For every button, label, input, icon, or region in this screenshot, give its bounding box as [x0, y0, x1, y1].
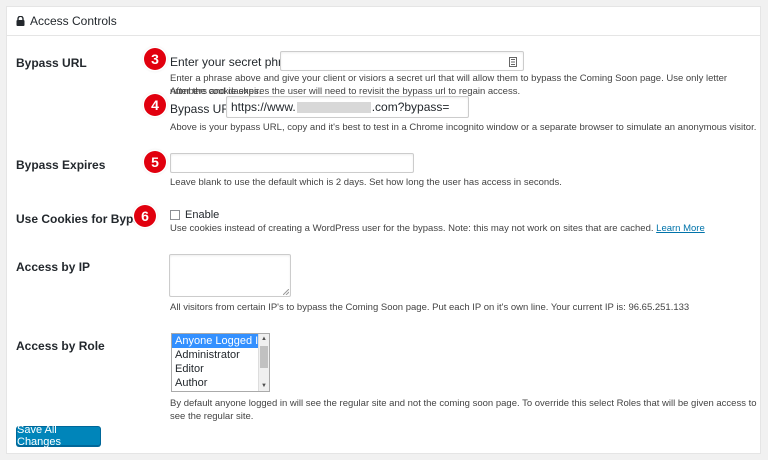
bypass-expires-description: Leave blank to use the default which is … [170, 177, 562, 188]
bypass-expires-input[interactable] [170, 153, 414, 173]
step-badge-3: 3 [144, 48, 166, 70]
enable-cookies-checkbox[interactable] [170, 210, 180, 220]
resize-handle-icon[interactable] [283, 289, 289, 295]
learn-more-link[interactable]: Learn More [656, 223, 705, 234]
bypass-url-description: Above is your bypass URL, copy and it's … [170, 122, 757, 133]
save-all-changes-button[interactable]: Save All Changes [16, 424, 101, 448]
access-by-role-description: By default anyone logged in will see the… [170, 398, 757, 422]
bypass-url-label: Bypass URL [16, 56, 87, 70]
role-listbox-scrollbar[interactable]: ▲ ▼ [258, 334, 269, 391]
bypass-url-prefix: https://www. [231, 100, 296, 114]
lock-icon [16, 16, 25, 26]
access-by-ip-label: Access by IP [16, 260, 91, 274]
step-badge-4: 4 [144, 94, 166, 116]
secret-phrase-input[interactable] [280, 51, 524, 71]
access-by-role-label: Access by Role [16, 339, 105, 353]
redacted-domain [296, 101, 371, 113]
access-by-ip-description: All visitors from certain IP's to bypass… [170, 302, 690, 313]
scroll-down-icon[interactable]: ▼ [259, 381, 269, 391]
access-by-ip-textarea[interactable] [169, 254, 291, 297]
use-cookies-description-text: Use cookies instead of creating a WordPr… [170, 223, 654, 234]
role-option[interactable]: Administrator [172, 348, 269, 362]
role-option[interactable]: Author [172, 376, 269, 390]
scroll-up-icon[interactable]: ▲ [259, 334, 269, 344]
bypass-url-field[interactable]: https://www. .com?bypass= [226, 96, 469, 118]
bypass-url-suffix: .com?bypass= [371, 100, 450, 114]
step-badge-5: 5 [144, 151, 166, 173]
step-badge-6: 6 [134, 205, 156, 227]
use-cookies-description: Use cookies instead of creating a WordPr… [170, 222, 760, 235]
password-manager-icon[interactable] [509, 57, 517, 67]
access-controls-panel: Access Controls Bypass URL 3 Enter your … [6, 6, 761, 454]
role-option[interactable]: Anyone Logged In [172, 334, 269, 348]
enable-cookies-label[interactable]: Enable [185, 209, 219, 221]
panel-title: Access Controls [30, 14, 117, 28]
panel-header: Access Controls [7, 7, 760, 36]
scroll-thumb[interactable] [260, 346, 268, 368]
access-by-role-select[interactable]: Anyone Logged In Administrator Editor Au… [171, 333, 270, 392]
use-cookies-label: Use Cookies for Bypass [16, 212, 154, 226]
role-option[interactable]: Editor [172, 362, 269, 376]
bypass-expires-label: Bypass Expires [16, 158, 106, 172]
